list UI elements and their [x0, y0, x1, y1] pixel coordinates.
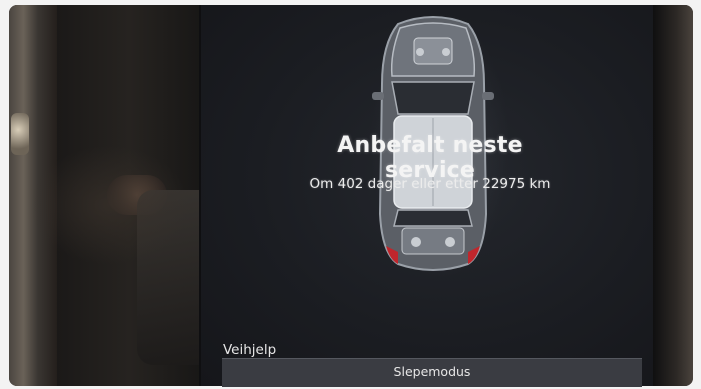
screen-reflection	[29, 145, 189, 265]
photo-frame	[9, 5, 693, 386]
tow-mode-button[interactable]: Slepemodus	[222, 358, 642, 387]
section-label-roadside: Veihjelp	[223, 342, 277, 358]
trim-knob	[11, 113, 29, 155]
right-bezel	[653, 5, 693, 386]
service-detail: Om 402 dager eller etter 22975 km	[309, 176, 551, 192]
